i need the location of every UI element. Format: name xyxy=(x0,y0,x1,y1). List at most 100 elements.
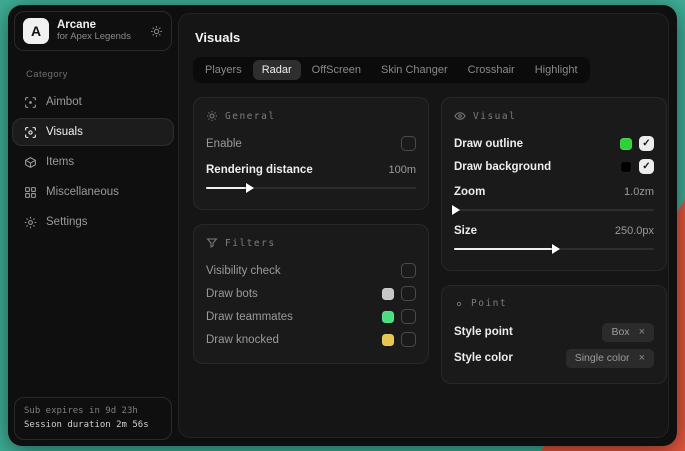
draw-bots-label: Draw bots xyxy=(206,288,258,300)
category-label: Category xyxy=(26,69,174,80)
visibility-check-checkbox[interactable] xyxy=(401,263,416,278)
section-title: General xyxy=(225,111,276,122)
enable-row: Enable xyxy=(206,132,416,155)
gear-icon[interactable] xyxy=(150,25,163,38)
draw-background-checkbox[interactable]: ✓ xyxy=(639,159,654,174)
sun-icon xyxy=(206,110,218,122)
draw-knocked-checkbox[interactable] xyxy=(401,332,416,347)
rendering-distance-value: 100m xyxy=(388,164,416,176)
gear-icon xyxy=(24,216,37,229)
point-card-header: Point xyxy=(454,298,654,309)
draw-outline-checkbox[interactable]: ✓ xyxy=(639,136,654,151)
sidebar-header: A Arcane for Apex Legends xyxy=(14,11,172,51)
general-card: General Enable Rendering distance 100m xyxy=(193,97,429,210)
rendering-distance-label: Rendering distance xyxy=(206,164,313,176)
grid-icon xyxy=(24,186,37,199)
sub-expires-text: Sub expires in 9d 23h xyxy=(24,405,162,419)
tab-highlight[interactable]: Highlight xyxy=(526,60,587,80)
app-window: A Arcane for Apex Legends Category Aimbo… xyxy=(8,5,677,446)
sidebar-item-items[interactable]: Items xyxy=(12,148,174,176)
tab-players[interactable]: Players xyxy=(196,60,251,80)
slider-thumb[interactable] xyxy=(246,183,254,193)
subscription-info: Sub expires in 9d 23h Session duration 2… xyxy=(14,397,172,440)
sidebar-item-miscellaneous[interactable]: Miscellaneous xyxy=(12,178,174,206)
enable-label: Enable xyxy=(206,138,242,150)
draw-background-row: Draw background ✓ xyxy=(454,155,654,178)
draw-teammates-color-swatch[interactable] xyxy=(382,311,394,323)
draw-bots-row: Draw bots xyxy=(206,282,416,305)
style-point-label: Style point xyxy=(454,326,513,338)
style-color-select[interactable]: Single color × xyxy=(566,349,654,368)
app-titles: Arcane for Apex Legends xyxy=(57,19,142,43)
filters-card-header: Filters xyxy=(206,237,416,249)
zoom-label: Zoom xyxy=(454,186,485,198)
draw-knocked-color-swatch[interactable] xyxy=(382,334,394,346)
close-icon[interactable]: × xyxy=(639,326,645,338)
sidebar-nav: Aimbot Visuals Items Miscellaneous xyxy=(12,88,174,236)
draw-teammates-checkbox[interactable] xyxy=(401,309,416,324)
style-color-row: Style color Single color × xyxy=(454,345,654,371)
style-point-row: Style point Box × xyxy=(454,319,654,345)
draw-background-color-swatch[interactable] xyxy=(620,161,632,173)
check-icon: ✓ xyxy=(642,162,650,172)
sidebar-item-label: Settings xyxy=(46,216,88,228)
scan-eye-icon xyxy=(24,126,37,139)
check-icon: ✓ xyxy=(642,139,650,149)
app-logo: A xyxy=(23,18,49,44)
visibility-check-row: Visibility check xyxy=(206,259,416,282)
zoom-row: Zoom 1.0zm xyxy=(454,180,654,203)
sidebar-item-settings[interactable]: Settings xyxy=(12,208,174,236)
tab-skin-changer[interactable]: Skin Changer xyxy=(372,60,457,80)
draw-knocked-row: Draw knocked xyxy=(206,328,416,351)
draw-bots-color-swatch[interactable] xyxy=(382,288,394,300)
close-icon[interactable]: × xyxy=(639,352,645,364)
rendering-distance-slider[interactable] xyxy=(206,183,416,193)
point-card: Point Style point Box × Style color Sing… xyxy=(441,285,667,384)
draw-teammates-label: Draw teammates xyxy=(206,311,293,323)
draw-bots-checkbox[interactable] xyxy=(401,286,416,301)
page-title: Visuals xyxy=(195,30,654,45)
rendering-distance-row: Rendering distance 100m xyxy=(206,158,416,181)
sidebar-item-label: Items xyxy=(46,156,74,168)
sidebar-item-label: Aimbot xyxy=(46,96,82,108)
app-subtitle: for Apex Legends xyxy=(57,32,142,43)
sidebar: A Arcane for Apex Legends Category Aimbo… xyxy=(8,5,178,446)
draw-outline-color-swatch[interactable] xyxy=(620,138,632,150)
crosshair-icon xyxy=(24,96,37,109)
visibility-check-label: Visibility check xyxy=(206,265,281,277)
sidebar-item-aimbot[interactable]: Aimbot xyxy=(12,88,174,116)
funnel-icon xyxy=(206,237,218,249)
enable-checkbox[interactable] xyxy=(401,136,416,151)
main-panel: Visuals Players Radar OffScreen Skin Cha… xyxy=(178,13,669,438)
draw-background-label: Draw background xyxy=(454,161,551,173)
style-point-select[interactable]: Box × xyxy=(602,323,654,342)
session-duration-text: Session duration 2m 56s xyxy=(24,419,162,433)
section-title: Point xyxy=(471,298,507,309)
slider-thumb[interactable] xyxy=(552,244,560,254)
sidebar-item-visuals[interactable]: Visuals xyxy=(12,118,174,146)
style-color-value: Single color xyxy=(575,352,630,364)
section-title: Visual xyxy=(473,111,516,122)
slider-thumb[interactable] xyxy=(452,205,460,215)
style-point-value: Box xyxy=(611,326,629,338)
general-card-header: General xyxy=(206,110,416,122)
tab-crosshair[interactable]: Crosshair xyxy=(459,60,524,80)
size-value: 250.0px xyxy=(615,225,654,237)
zoom-slider[interactable] xyxy=(454,205,654,215)
visual-card-header: Visual xyxy=(454,110,654,122)
draw-teammates-row: Draw teammates xyxy=(206,305,416,328)
draw-outline-row: Draw outline ✓ xyxy=(454,132,654,155)
size-slider[interactable] xyxy=(454,244,654,254)
zoom-value: 1.0zm xyxy=(624,186,654,198)
style-color-label: Style color xyxy=(454,352,513,364)
size-row: Size 250.0px xyxy=(454,219,654,242)
tab-offscreen[interactable]: OffScreen xyxy=(303,60,370,80)
box-icon xyxy=(24,156,37,169)
section-title: Filters xyxy=(225,238,276,249)
sidebar-item-label: Visuals xyxy=(46,126,83,138)
filters-card: Filters Visibility check Draw bots xyxy=(193,224,429,364)
visual-card: Visual Draw outline ✓ Draw background xyxy=(441,97,667,271)
draw-knocked-label: Draw knocked xyxy=(206,334,279,346)
dot-icon xyxy=(454,299,464,309)
tab-radar[interactable]: Radar xyxy=(253,60,301,80)
